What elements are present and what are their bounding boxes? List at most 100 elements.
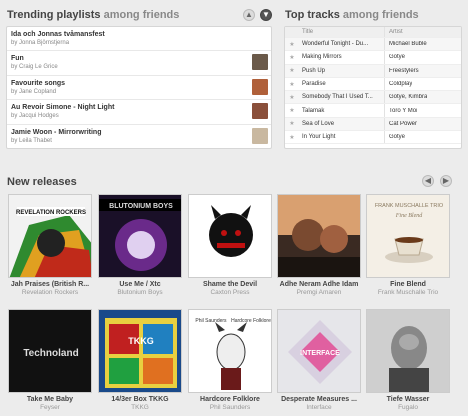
playlist-name[interactable]: Favourite songs	[11, 79, 271, 88]
star-icon[interactable]: ★	[285, 41, 299, 48]
playlist-item[interactable]: Jamie Woon - Mirrorwriting by Leila Thabe…	[7, 125, 271, 149]
playlist-item[interactable]: Fun by Craig Le Grice	[7, 51, 271, 76]
album-card[interactable]: Adhe Neram Adhe Idam Premgi Amaren	[277, 194, 361, 296]
playlist-name[interactable]: Au Revoir Simone - Night Light	[11, 103, 271, 112]
album-cover[interactable]	[366, 309, 450, 393]
playlist-item[interactable]: Au Revoir Simone - Night Light by Jacqui …	[7, 100, 271, 125]
playlist-avatar[interactable]	[252, 30, 268, 46]
playlist-name[interactable]: Ida och Jonnas tvåmansfest	[11, 30, 271, 39]
track-title: Push Up	[299, 64, 385, 77]
album-card[interactable]: Phil Saunders Hardcore Folklore Hardcore F…	[188, 309, 272, 411]
playlist-avatar[interactable]	[252, 78, 268, 95]
playlist-owner[interactable]: by Jane Copland	[11, 88, 271, 97]
track-artist[interactable]: Coldplay	[385, 81, 412, 87]
playlists-title: Trending playlists among friends	[7, 9, 179, 21]
album-cover[interactable]	[188, 194, 272, 278]
track-title: Paradise	[299, 77, 385, 91]
album-title[interactable]: Take Me Baby	[8, 396, 92, 403]
playlists-prev-button[interactable]: ▲	[243, 9, 255, 21]
star-icon[interactable]: ★	[285, 120, 299, 127]
album-card[interactable]: Technoland Take Me Baby Feyser	[8, 309, 92, 411]
album-title[interactable]: Use Me / Xtc	[98, 281, 182, 288]
album-title[interactable]: Adhe Neram Adhe Idam	[277, 281, 361, 288]
releases-next-button[interactable]: ▶	[440, 175, 452, 187]
playlist-avatar[interactable]	[252, 103, 268, 120]
star-icon[interactable]: ★	[285, 107, 299, 114]
album-cover[interactable]: BLUTONIUM BOYS	[98, 194, 182, 278]
album-title[interactable]: Hardcore Folklore	[188, 396, 272, 403]
album-cover[interactable]	[277, 194, 361, 278]
track-row[interactable]: ★ Talamak Toro Y Moi	[285, 104, 461, 118]
track-artist[interactable]: Cat Power	[385, 121, 417, 127]
star-icon[interactable]: ★	[285, 67, 299, 74]
album-artist[interactable]: Blutonium Boys	[98, 289, 182, 296]
releases-prev-button[interactable]: ◀	[422, 175, 434, 187]
album-title[interactable]: Tiefe Wasser	[366, 396, 450, 403]
album-title[interactable]: Jah Praises (British R...	[8, 281, 92, 288]
album-cover[interactable]: REVELATION ROCKERS	[8, 194, 92, 278]
playlist-owner[interactable]: by Jacqui Hodges	[11, 112, 271, 121]
track-row[interactable]: ★ In Your Light Gotye	[285, 131, 461, 145]
tracks-title-sub: among friends	[342, 9, 419, 21]
playlist-avatar[interactable]	[252, 127, 268, 144]
album-artist[interactable]: Phil Saunders	[188, 404, 272, 411]
album-card[interactable]: REVELATION ROCKERS Jah Praises (British R…	[8, 194, 92, 296]
album-artist[interactable]: Fugalo	[366, 404, 450, 411]
track-artist[interactable]: Toro Y Moi	[385, 108, 417, 114]
album-cover[interactable]: Phil Saunders Hardcore Folklore	[188, 309, 272, 393]
star-icon[interactable]: ★	[285, 134, 299, 141]
track-row[interactable]: ★ Wonderful Tonight - Du... Michael Bublé	[285, 38, 461, 52]
album-artist[interactable]: Revelation Rockers	[8, 289, 92, 296]
track-artist[interactable]: Gotye	[385, 54, 405, 60]
album-title[interactable]: Shame the Devil	[188, 281, 272, 288]
playlist-item[interactable]: Ida och Jonnas tvåmansfest by Jonna Björn…	[7, 27, 271, 52]
album-artist[interactable]: Interface	[277, 404, 361, 411]
track-artist[interactable]: Gotye, Kimbra	[385, 94, 427, 100]
tracks-col-artist[interactable]: Artist	[385, 29, 403, 35]
chevron-right-icon: ▶	[442, 176, 450, 185]
track-row[interactable]: ★ Push Up Freestylers	[285, 64, 461, 78]
album-artist[interactable]: TKKG	[98, 404, 182, 411]
album-cover[interactable]: INTERFACE	[277, 309, 361, 393]
track-artist[interactable]: Gotye	[385, 134, 405, 140]
tracks-col-title[interactable]: Title	[299, 27, 385, 37]
album-title[interactable]: 14/3er Box TKKG	[98, 396, 182, 403]
playlists-next-button[interactable]: ▼	[260, 9, 272, 21]
track-row[interactable]: ★ Making Mirrors Gotye	[285, 51, 461, 65]
album-card[interactable]: Tiefe Wasser Fugalo	[366, 309, 450, 411]
album-card[interactable]: BLUTONIUM BOYS Use Me / Xtc Blutonium Boys	[98, 194, 182, 296]
track-row[interactable]: ★ Sea of Love Cat Power	[285, 117, 461, 132]
album-title[interactable]: Desperate Measures ...	[277, 396, 361, 403]
chevron-down-icon: ▼	[262, 10, 270, 19]
track-row[interactable]: ★ Paradise Coldplay	[285, 77, 461, 92]
star-icon[interactable]: ★	[285, 81, 299, 88]
playlist-owner[interactable]: by Craig Le Grice	[11, 63, 271, 72]
album-card[interactable]: FRANK MUSCHALLE TRIO Fine Blend Fine Blend…	[366, 194, 450, 296]
album-title[interactable]: Fine Blend	[366, 281, 450, 288]
album-artist[interactable]: Frank Muschalle Trio	[366, 289, 450, 296]
playlist-name[interactable]: Fun	[11, 54, 271, 63]
star-icon[interactable]: ★	[285, 94, 299, 101]
track-title: Talamak	[299, 104, 385, 117]
album-card[interactable]: TKKG 14/3er Box TKKG TKKG	[98, 309, 182, 411]
svg-text:TKKG: TKKG	[128, 336, 154, 346]
album-cover[interactable]: TKKG	[98, 309, 182, 393]
playlist-owner[interactable]: by Leila Thabet	[11, 137, 271, 146]
track-title: Wonderful Tonight - Du...	[299, 38, 385, 51]
playlist-avatar[interactable]	[252, 54, 268, 71]
album-artist[interactable]: Feyser	[8, 404, 92, 411]
album-artist[interactable]: Caxton Press	[188, 289, 272, 296]
album-card[interactable]: Shame the Devil Caxton Press	[188, 194, 272, 296]
album-artist[interactable]: Premgi Amaren	[277, 289, 361, 296]
album-card[interactable]: INTERFACE Desperate Measures ... Interface	[277, 309, 361, 411]
track-row[interactable]: ★ Somebody That I Used T... Gotye, Kimbra	[285, 91, 461, 105]
playlist-name[interactable]: Jamie Woon - Mirrorwriting	[11, 128, 271, 137]
playlist-owner[interactable]: by Jonna Björnstjerna	[11, 39, 271, 48]
album-cover[interactable]: Technoland	[8, 309, 92, 393]
svg-text:REVELATION ROCKERS: REVELATION ROCKERS	[16, 210, 86, 216]
album-cover[interactable]: FRANK MUSCHALLE TRIO Fine Blend	[366, 194, 450, 278]
playlist-item[interactable]: Favourite songs by Jane Copland	[7, 76, 271, 101]
star-icon[interactable]: ★	[285, 54, 299, 61]
track-artist[interactable]: Freestylers	[385, 68, 419, 74]
track-artist[interactable]: Michael Bublé	[385, 41, 427, 47]
